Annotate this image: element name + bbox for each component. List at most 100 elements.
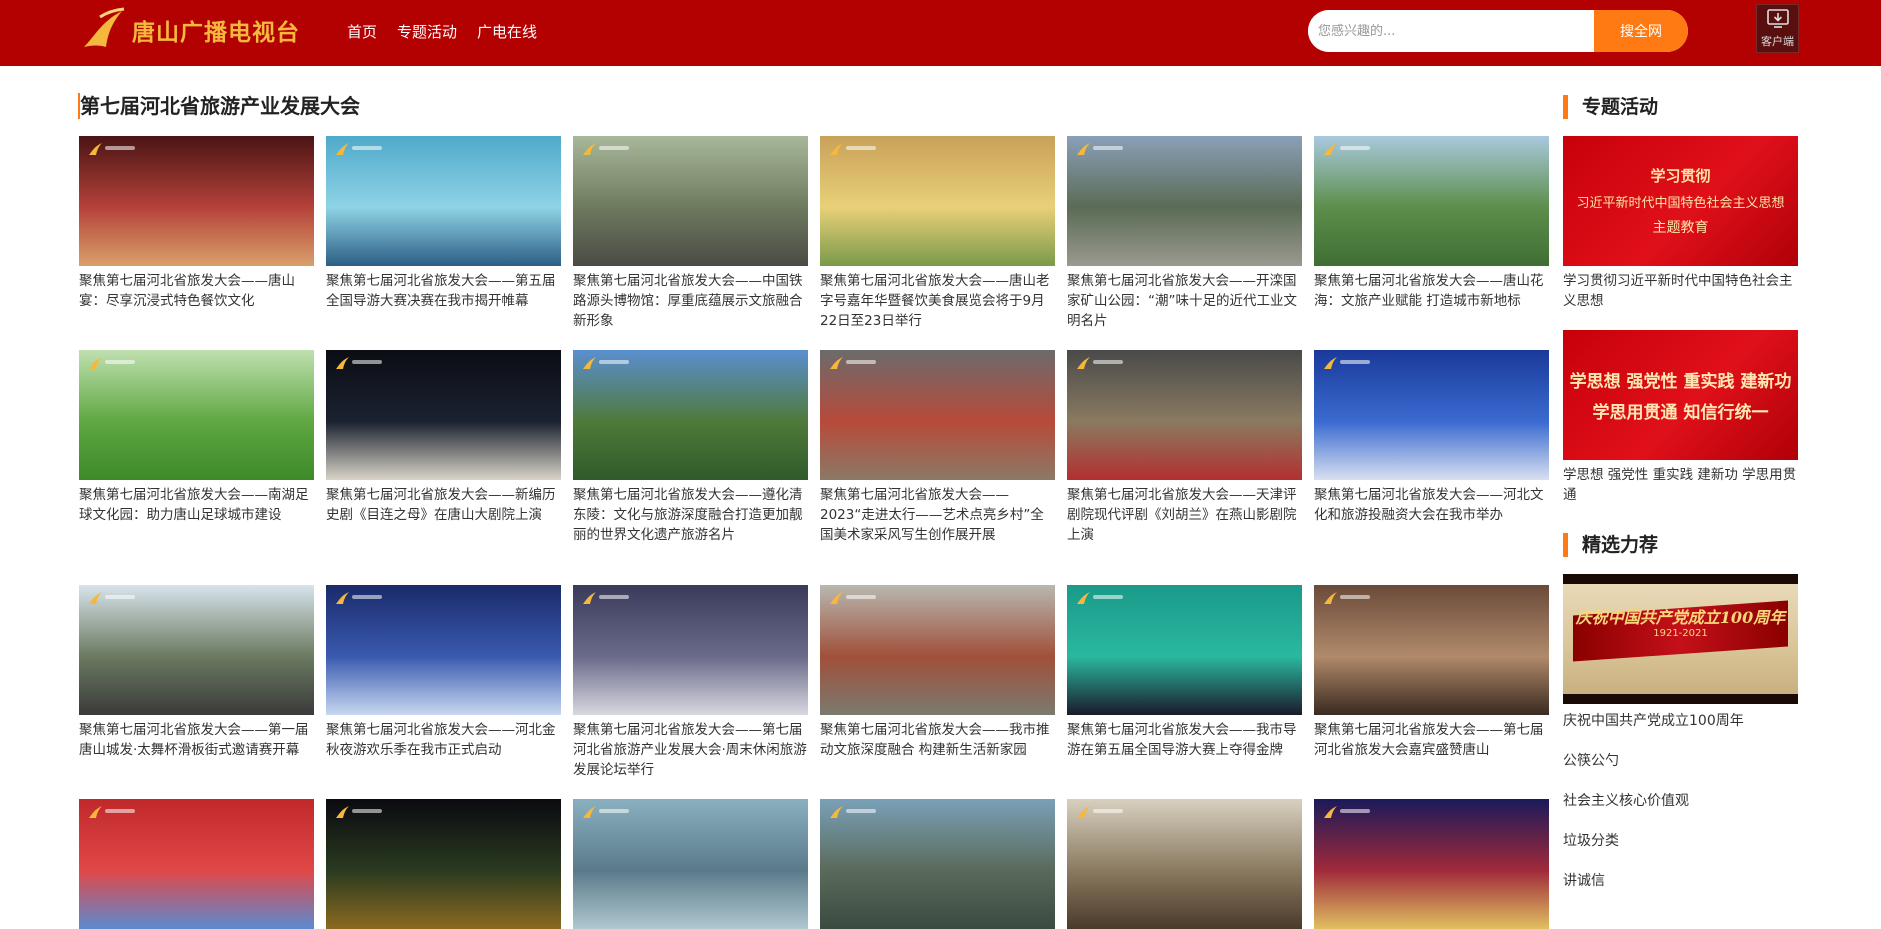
topic-banner-study[interactable]: 学习贯彻 习近平新时代中国特色社会主义思想 主题教育 (1563, 136, 1798, 266)
banner-line: 习近平新时代中国特色社会主义思想 (1576, 196, 1785, 211)
news-thumbnail[interactable] (573, 585, 808, 715)
banner-line: 学习贯彻 (1650, 167, 1711, 185)
page-title: 第七届河北省旅游产业发展大会 (78, 93, 360, 119)
news-card[interactable]: 聚焦第七届河北省旅发大会——遵化清东陵：文化与旅游深度融合打造更加靓丽的世界文化… (573, 350, 808, 547)
news-card[interactable]: 聚焦第七届河北省旅发大会——河北金秋夜游欢乐季在我市正式启动 (326, 585, 561, 782)
news-card-title[interactable]: 聚焦第七届河北省旅发大会——河北金秋夜游欢乐季在我市正式启动 (326, 720, 561, 782)
news-card[interactable]: 聚焦第七届河北省旅发大会——第七届河北省旅发大会嘉宾盛赞唐山 (1314, 585, 1549, 782)
pick-image-party-centenary[interactable]: 庆祝中国共产党成立100周年 1921-2021 (1563, 574, 1798, 704)
channel-logo-icon (336, 592, 349, 604)
topic-caption-study[interactable]: 学习贯彻习近平新时代中国特色社会主义思想 (1563, 271, 1798, 311)
site-logo[interactable]: 唐山广播电视台 (78, 6, 300, 54)
news-card[interactable]: 聚焦第七届河北省旅发大会——我市导游在第五届全国导游大赛上夺得金牌 (1067, 585, 1302, 782)
channel-logo-icon (583, 143, 596, 155)
news-card-title[interactable]: 聚焦第七届河北省旅发大会——南湖足球文化园：助力唐山足球城市建设 (79, 485, 314, 547)
news-card[interactable]: 聚焦第七届河北省旅发大会——唐山宴：尽享沉浸式特色餐饮文化 (79, 136, 314, 333)
news-thumbnail[interactable] (1314, 585, 1549, 715)
news-card-title[interactable]: 聚焦第七届河北省旅发大会——第一届唐山城发·太舞杯滑板街式邀请赛开幕 (79, 720, 314, 782)
channel-watermark (105, 360, 135, 364)
news-card[interactable]: 聚焦第七届河北省旅发大会——第七届河北省旅游产业发展大会·周末休闲旅游发展论坛举… (573, 585, 808, 782)
news-card-title[interactable]: 聚焦第七届河北省旅发大会——唐山花海：文旅产业赋能 打造城市新地标 (1314, 271, 1549, 333)
news-thumbnail[interactable] (79, 350, 314, 480)
channel-watermark (1340, 146, 1370, 150)
news-card-title[interactable]: 聚焦第七届河北省旅发大会——遵化清东陵：文化与旅游深度融合打造更加靓丽的世界文化… (573, 485, 808, 547)
news-card-title[interactable]: 聚焦第七届河北省旅发大会——唐山老字号嘉年华暨餐饮美食展览会将于9月22日至23… (820, 271, 1055, 333)
channel-logo-icon (1077, 806, 1090, 818)
channel-logo-icon (336, 806, 349, 818)
channel-watermark (599, 809, 629, 813)
news-card-title[interactable]: 聚焦第七届河北省旅发大会——我市推动文旅深度融合 构建新生活新家园 (820, 720, 1055, 782)
news-card[interactable]: 聚焦第七届河北省旅发大会——第一届唐山城发·太舞杯滑板街式邀请赛开幕 (79, 585, 314, 782)
topic-banner-practice[interactable]: 学思想 强党性 重实践 建新功 学思用贯通 知信行统一 (1563, 330, 1798, 460)
channel-watermark (105, 809, 135, 813)
news-card-title[interactable]: 聚焦第七届河北省旅发大会——第七届河北省旅发大会嘉宾盛赞唐山 (1314, 720, 1549, 782)
news-thumbnail[interactable] (1067, 585, 1302, 715)
search-box: 搜全网 (1308, 10, 1688, 52)
news-thumbnail[interactable] (79, 136, 314, 266)
news-card-title[interactable]: 聚焦第七届河北省旅发大会——开滦国家矿山公园：“潮”味十足的近代工业文明名片 (1067, 271, 1302, 333)
news-card[interactable]: 聚焦第七届河北省旅发大会——中国铁路源头博物馆：厚重底蕴展示文旅融合新形象 (573, 136, 808, 333)
channel-watermark (599, 595, 629, 599)
pick-link-core-values[interactable]: 社会主义核心价值观 (1563, 790, 1689, 810)
news-card-title[interactable]: 聚焦第七届河北省旅发大会——新编历史剧《目连之母》在唐山大剧院上演 (326, 485, 561, 547)
channel-watermark (352, 146, 382, 150)
channel-logo-icon (336, 143, 349, 155)
news-thumbnail[interactable] (573, 136, 808, 266)
news-card[interactable]: 聚焦第七届河北省旅发大会——唐山花海：文旅产业赋能 打造城市新地标 (1314, 136, 1549, 333)
news-card[interactable]: 聚焦第七届河北省旅发大会——唐山老字号嘉年华暨餐饮美食展览会将于9月22日至23… (820, 136, 1055, 333)
news-thumbnail[interactable] (820, 350, 1055, 480)
topic-caption-practice[interactable]: 学思想 强党性 重实践 建新功 学思用贯通 (1563, 465, 1798, 505)
channel-watermark (846, 360, 876, 364)
channel-logo-icon (830, 143, 843, 155)
news-card[interactable]: 聚焦第七届河北省旅发大会——2023“走进太行——艺术点亮乡村”全国美术家采风写… (820, 350, 1055, 547)
news-card-title[interactable]: 聚焦第七届河北省旅发大会——唐山宴：尽享沉浸式特色餐饮文化 (79, 271, 314, 333)
news-card-title[interactable]: 聚焦第七届河北省旅发大会——天津评剧院现代评剧《刘胡兰》在燕山影剧院上演 (1067, 485, 1302, 547)
news-card-title[interactable]: 聚焦第七届河北省旅发大会——2023“走进太行——艺术点亮乡村”全国美术家采风写… (820, 485, 1055, 547)
search-input[interactable] (1308, 10, 1594, 52)
news-card-title[interactable]: 聚焦第七届河北省旅发大会——河北文化和旅游投融资大会在我市举办 (1314, 485, 1549, 547)
news-card-title[interactable]: 聚焦第七届河北省旅发大会——中国铁路源头博物馆：厚重底蕴展示文旅融合新形象 (573, 271, 808, 333)
channel-logo-icon (89, 143, 102, 155)
news-thumbnail[interactable] (820, 136, 1055, 266)
news-card[interactable]: 聚焦第七届河北省旅发大会——第五届全国导游大赛决赛在我市揭开帷幕 (326, 136, 561, 333)
news-thumbnail[interactable] (1067, 136, 1302, 266)
pick-link-public-chopsticks[interactable]: 公筷公勺 (1563, 750, 1619, 770)
channel-watermark (352, 595, 382, 599)
news-card-title[interactable]: 聚焦第七届河北省旅发大会——第七届河北省旅游产业发展大会·周末休闲旅游发展论坛举… (573, 720, 808, 782)
news-card[interactable]: 聚焦第七届河北省旅发大会——天津评剧院现代评剧《刘胡兰》在燕山影剧院上演 (1067, 350, 1302, 547)
nav-item-home[interactable]: 首页 (347, 21, 377, 42)
news-thumbnail[interactable] (820, 585, 1055, 715)
search-button[interactable]: 搜全网 (1594, 10, 1688, 52)
pick-link-garbage-sorting[interactable]: 垃圾分类 (1563, 830, 1619, 850)
download-monitor-icon (1766, 9, 1789, 28)
news-card[interactable]: 聚焦第七届河北省旅发大会——开滦国家矿山公园：“潮”味十足的近代工业文明名片 (1067, 136, 1302, 333)
channel-watermark (599, 146, 629, 150)
client-download-button[interactable]: 客户端 (1756, 4, 1799, 53)
pick-link-party-centenary[interactable]: 庆祝中国共产党成立100周年 (1563, 710, 1744, 730)
news-thumbnail[interactable] (79, 585, 314, 715)
pick-image-title: 庆祝中国共产党成立100周年 (1575, 608, 1786, 627)
news-thumbnail[interactable] (573, 350, 808, 480)
news-card[interactable]: 聚焦第七届河北省旅发大会——河北文化和旅游投融资大会在我市举办 (1314, 350, 1549, 547)
news-card[interactable]: 聚焦第七届河北省旅发大会——南湖足球文化园：助力唐山足球城市建设 (79, 350, 314, 547)
news-thumbnail[interactable] (1314, 136, 1549, 266)
news-thumbnail[interactable] (1067, 350, 1302, 480)
topics-heading: 专题活动 (1563, 95, 1658, 119)
news-thumbnail[interactable] (326, 585, 561, 715)
channel-watermark (352, 360, 382, 364)
news-card-title[interactable]: 聚焦第七届河北省旅发大会——我市导游在第五届全国导游大赛上夺得金牌 (1067, 720, 1302, 782)
news-thumbnail[interactable] (326, 136, 561, 266)
channel-logo-icon (1077, 357, 1090, 369)
channel-watermark (1340, 595, 1370, 599)
channel-watermark (1093, 360, 1123, 364)
top-header: 唐山广播电视台 首页 专题活动 广电在线 搜全网 客户端 (0, 0, 1881, 66)
news-card-title[interactable]: 聚焦第七届河北省旅发大会——第五届全国导游大赛决赛在我市揭开帷幕 (326, 271, 561, 333)
news-thumbnail[interactable] (1314, 350, 1549, 480)
news-card[interactable]: 聚焦第七届河北省旅发大会——新编历史剧《目连之母》在唐山大剧院上演 (326, 350, 561, 547)
channel-watermark (846, 809, 876, 813)
news-thumbnail[interactable] (326, 350, 561, 480)
pick-link-integrity[interactable]: 讲诚信 (1563, 870, 1605, 890)
nav-item-topics[interactable]: 专题活动 (397, 21, 457, 42)
news-card[interactable]: 聚焦第七届河北省旅发大会——我市推动文旅深度融合 构建新生活新家园 (820, 585, 1055, 782)
nav-item-broadcast-online[interactable]: 广电在线 (477, 21, 537, 42)
